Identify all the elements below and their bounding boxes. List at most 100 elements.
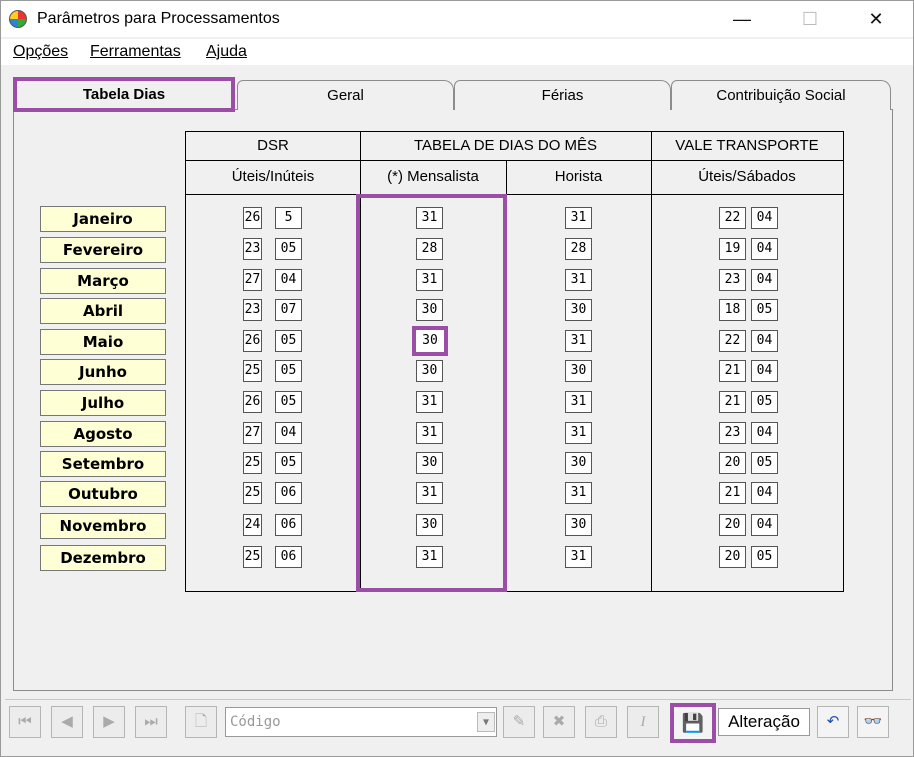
horista-field[interactable]: 31: [565, 422, 592, 444]
vt-sabados-field[interactable]: 04: [751, 238, 778, 260]
last-record-button[interactable]: ⏭: [135, 706, 167, 738]
vt-sabados-field[interactable]: 04: [751, 207, 778, 229]
horista-field[interactable]: 31: [565, 546, 592, 568]
subheader-uteis-inuteis: Úteis/Inúteis: [231, 168, 315, 185]
undo-button[interactable]: ↶: [817, 706, 849, 738]
print-icon: ⎙: [594, 713, 607, 730]
month-label: Dezembro: [40, 545, 166, 571]
horista-field[interactable]: 30: [565, 514, 592, 536]
edit-record-button[interactable]: ✎: [503, 706, 535, 738]
print-button[interactable]: ⎙: [585, 706, 617, 738]
dsr-inuteis-field[interactable]: 05: [275, 360, 302, 382]
vt-uteis-field[interactable]: 20: [719, 514, 746, 536]
dsr-inuteis-field[interactable]: 05: [275, 452, 302, 474]
minimize-button[interactable]: —: [719, 5, 765, 33]
first-record-button[interactable]: ⏮: [9, 706, 41, 738]
dsr-uteis-field[interactable]: 25: [243, 482, 262, 504]
subheader-divider: [186, 194, 843, 195]
italic-button[interactable]: I: [627, 706, 659, 738]
search-button[interactable]: 👓: [857, 706, 889, 738]
dsr-inuteis-field[interactable]: 04: [275, 422, 302, 444]
vt-sabados-field[interactable]: 04: [751, 422, 778, 444]
codigo-combo[interactable]: Código ▼: [225, 707, 497, 737]
vt-sabados-field[interactable]: 04: [751, 269, 778, 291]
vt-sabados-field[interactable]: 04: [751, 360, 778, 382]
dsr-uteis-field[interactable]: 25: [243, 452, 262, 474]
save-button[interactable]: 💾: [670, 703, 716, 743]
vt-uteis-field[interactable]: 18: [719, 299, 746, 321]
horista-field[interactable]: 31: [565, 482, 592, 504]
new-record-button[interactable]: 🗋: [185, 706, 217, 738]
dsr-uteis-field[interactable]: 26: [243, 207, 262, 229]
dsr-inuteis-field[interactable]: 05: [275, 330, 302, 352]
subheader-uteis-sabados: Úteis/Sábados: [698, 168, 796, 185]
vt-uteis-field[interactable]: 21: [719, 482, 746, 504]
dsr-inuteis-field[interactable]: 04: [275, 269, 302, 291]
dsr-inuteis-field[interactable]: 06: [275, 482, 302, 504]
dsr-inuteis-field[interactable]: 05: [275, 391, 302, 413]
mensalista-highlight: [356, 194, 507, 592]
vt-uteis-field[interactable]: 20: [719, 546, 746, 568]
month-label: Maio: [40, 329, 166, 355]
vt-uteis-field[interactable]: 21: [719, 391, 746, 413]
delete-record-button[interactable]: ✖: [543, 706, 575, 738]
horista-field[interactable]: 31: [565, 391, 592, 413]
menu-bar: Opções Ferramentas Ajuda: [1, 39, 913, 65]
dsr-uteis-field[interactable]: 25: [243, 360, 262, 382]
dsr-inuteis-field[interactable]: 5: [275, 207, 302, 229]
dsr-uteis-field[interactable]: 23: [243, 238, 262, 260]
undo-icon: ↶: [826, 713, 840, 730]
dsr-uteis-field[interactable]: 27: [243, 269, 262, 291]
vt-uteis-field[interactable]: 20: [719, 452, 746, 474]
vt-uteis-field[interactable]: 23: [719, 422, 746, 444]
vt-uteis-field[interactable]: 21: [719, 360, 746, 382]
vt-uteis-field[interactable]: 19: [719, 238, 746, 260]
horista-field[interactable]: 31: [565, 207, 592, 229]
menu-opcoes[interactable]: Opções: [13, 43, 68, 60]
header-tabela-dias: TABELA DE DIAS DO MÊS: [413, 137, 598, 154]
tab-tabela-dias[interactable]: Tabela Dias: [13, 77, 235, 112]
previous-record-button[interactable]: ◀: [51, 706, 83, 738]
dsr-uteis-field[interactable]: 26: [243, 330, 262, 352]
menu-ajuda[interactable]: Ajuda: [206, 43, 247, 60]
dsr-inuteis-field[interactable]: 05: [275, 238, 302, 260]
tab-contribuicao-social[interactable]: Contribuição Social: [671, 80, 891, 110]
vt-uteis-field[interactable]: 22: [719, 207, 746, 229]
horista-field[interactable]: 31: [565, 330, 592, 352]
save-icon: 💾: [681, 713, 705, 733]
vt-sabados-field[interactable]: 04: [751, 330, 778, 352]
horista-field[interactable]: 30: [565, 360, 592, 382]
horista-field[interactable]: 31: [565, 269, 592, 291]
horista-field[interactable]: 30: [565, 452, 592, 474]
vt-sabados-field[interactable]: 05: [751, 452, 778, 474]
window-title: Parâmetros para Processamentos: [37, 10, 280, 27]
vt-sabados-field[interactable]: 05: [751, 546, 778, 568]
vt-sabados-field[interactable]: 04: [751, 482, 778, 504]
horista-field[interactable]: 28: [565, 238, 592, 260]
tab-ferias[interactable]: Férias: [454, 80, 671, 110]
subheader-mensalista: (*) Mensalista: [387, 168, 479, 185]
dsr-uteis-field[interactable]: 25: [243, 546, 262, 568]
close-button[interactable]: ✕: [853, 5, 899, 33]
dsr-inuteis-field[interactable]: 06: [275, 514, 302, 536]
vt-sabados-field[interactable]: 04: [751, 514, 778, 536]
dsr-inuteis-field[interactable]: 06: [275, 546, 302, 568]
vt-sabados-field[interactable]: 05: [751, 299, 778, 321]
vt-uteis-field[interactable]: 23: [719, 269, 746, 291]
menu-ferramentas[interactable]: Ferramentas: [90, 43, 181, 60]
chevron-down-icon[interactable]: ▼: [477, 712, 495, 732]
binoculars-icon: 👓: [863, 713, 883, 730]
horista-field[interactable]: 30: [565, 299, 592, 321]
next-record-button[interactable]: ▶: [93, 706, 125, 738]
dsr-uteis-field[interactable]: 24: [243, 514, 262, 536]
vt-uteis-field[interactable]: 22: [719, 330, 746, 352]
vt-sabados-field[interactable]: 05: [751, 391, 778, 413]
dsr-inuteis-field[interactable]: 07: [275, 299, 302, 321]
dsr-uteis-field[interactable]: 26: [243, 391, 262, 413]
header-vale-transporte: VALE TRANSPORTE: [675, 137, 819, 154]
tab-geral[interactable]: Geral: [237, 80, 454, 110]
dsr-uteis-field[interactable]: 27: [243, 422, 262, 444]
subheader-horista: Horista: [554, 168, 603, 185]
dsr-uteis-field[interactable]: 23: [243, 299, 262, 321]
month-label: Agosto: [40, 421, 166, 447]
